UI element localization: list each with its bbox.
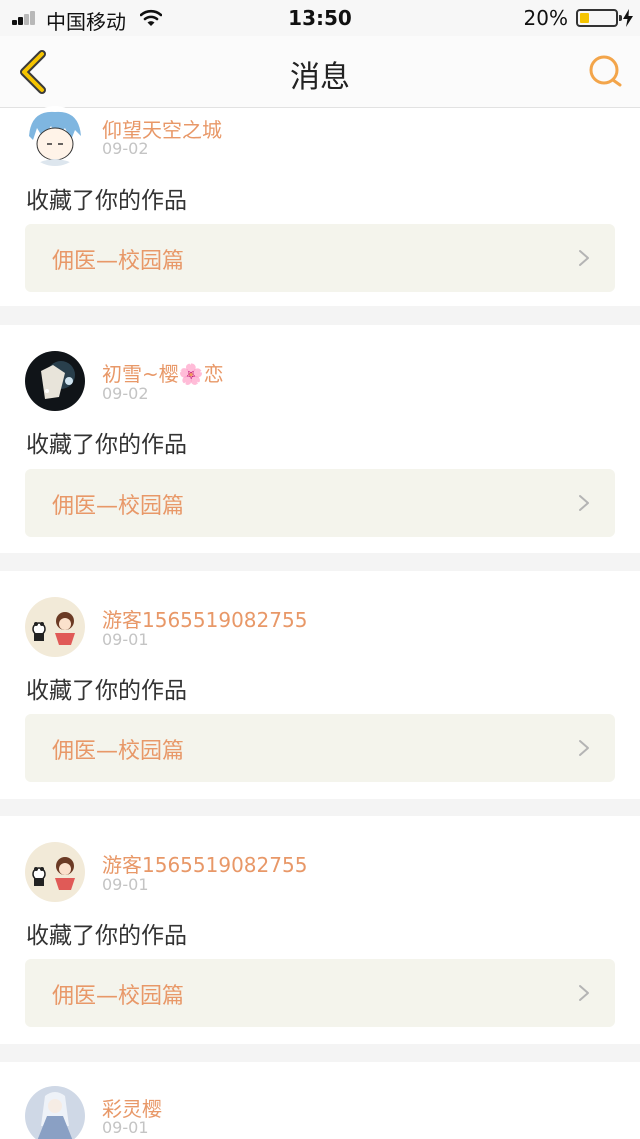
chevron-right-icon	[579, 495, 589, 511]
avatar-image	[25, 106, 85, 166]
avatar-image	[25, 842, 85, 902]
work-link[interactable]: 佣医—校园篇	[25, 959, 615, 1027]
nav-bar: 消息	[0, 36, 640, 108]
avatar-image	[25, 351, 85, 411]
message-date: 09-01	[102, 1118, 149, 1137]
message-username[interactable]: 初雪~樱🌸恋	[102, 358, 224, 387]
chevron-right-icon	[579, 985, 589, 1001]
search-icon	[589, 55, 622, 87]
message-card: 初雪~樱🌸恋 09-02 收藏了你的作品 佣医—校园篇	[0, 325, 640, 553]
battery-percent: 20%	[523, 6, 568, 30]
avatar-image	[25, 597, 85, 657]
battery-icon	[576, 9, 622, 27]
message-card: 仰望天空之城 09-02 收藏了你的作品 佣医—校园篇	[0, 106, 640, 306]
chevron-right-icon	[579, 250, 589, 266]
message-action: 收藏了你的作品	[26, 923, 187, 949]
avatar-image	[25, 1086, 85, 1139]
work-title: 佣医—校园篇	[52, 249, 185, 274]
work-title: 佣医—校园篇	[52, 984, 185, 1009]
avatar[interactable]	[25, 1086, 85, 1139]
message-card: 游客1565519082755 09-01 收藏了你的作品 佣医—校园篇	[0, 571, 640, 799]
status-bar: 中国移动 13:50 20%	[0, 0, 640, 36]
avatar[interactable]	[25, 842, 85, 902]
charging-bolt-icon	[623, 9, 633, 27]
avatar[interactable]	[25, 106, 85, 166]
avatar[interactable]	[25, 597, 85, 657]
chevron-right-icon	[579, 740, 589, 756]
message-date: 09-01	[102, 875, 149, 894]
work-link[interactable]: 佣医—校园篇	[25, 714, 615, 782]
message-date: 09-01	[102, 630, 149, 649]
work-link[interactable]: 佣医—校园篇	[25, 469, 615, 537]
message-action: 收藏了你的作品	[26, 432, 187, 458]
message-username[interactable]: 游客1565519082755	[102, 604, 307, 633]
work-title: 佣医—校园篇	[52, 739, 185, 764]
chevron-left-icon	[20, 50, 46, 94]
work-link[interactable]: 佣医—校园篇	[25, 224, 615, 292]
message-date: 09-02	[102, 139, 149, 158]
message-card: 游客1565519082755 09-01 收藏了你的作品 佣医—校园篇	[0, 816, 640, 1044]
work-title: 佣医—校园篇	[52, 494, 185, 519]
back-button[interactable]	[12, 48, 56, 96]
avatar[interactable]	[25, 351, 85, 411]
search-button[interactable]	[586, 52, 626, 92]
message-action: 收藏了你的作品	[26, 188, 187, 214]
page-title: 消息	[290, 60, 350, 95]
message-username[interactable]: 游客1565519082755	[102, 849, 307, 878]
message-card: 彩灵樱 09-01	[0, 1062, 640, 1139]
message-date: 09-02	[102, 384, 149, 403]
message-action: 收藏了你的作品	[26, 678, 187, 704]
